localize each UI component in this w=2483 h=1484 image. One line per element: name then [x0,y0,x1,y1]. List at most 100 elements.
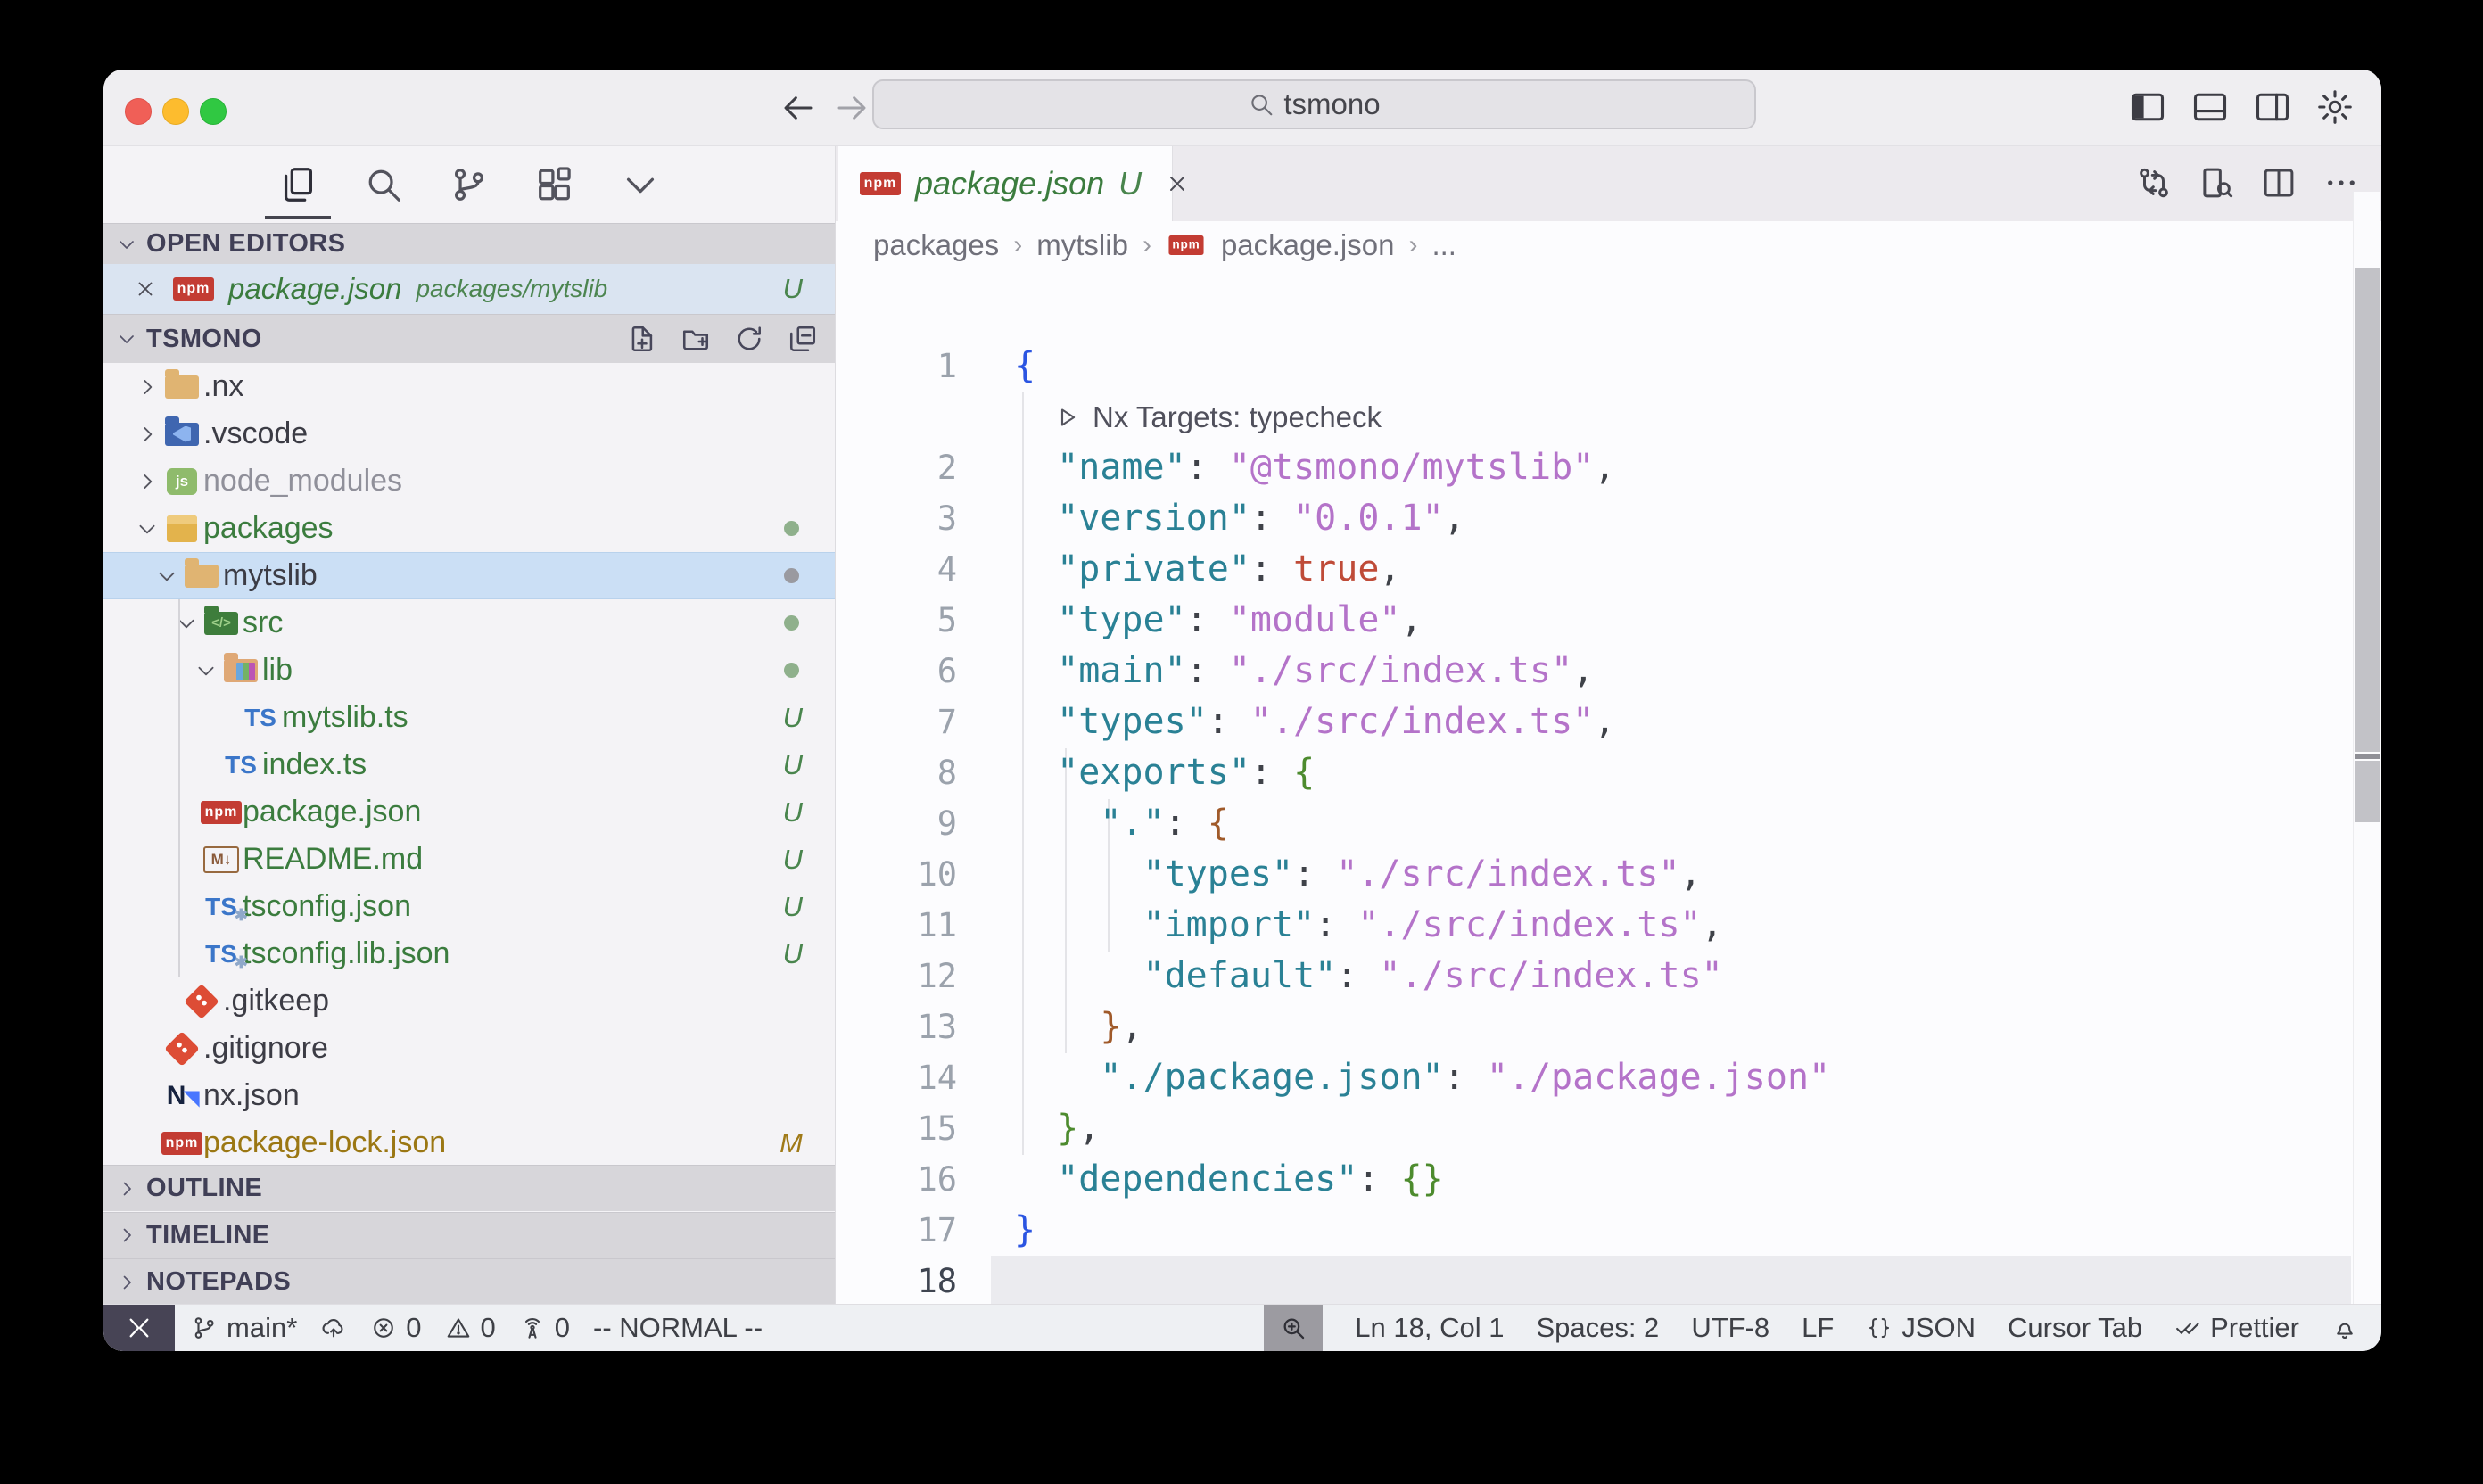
status-item--normal-[interactable]: -- NORMAL -- [593,1312,763,1344]
breadcrumb-item[interactable]: packages [873,228,999,262]
forward-arrow-icon[interactable] [833,89,870,127]
status-item-ln-18-col-1[interactable]: Ln 18, Col 1 [1355,1312,1504,1344]
tree-item-packages[interactable]: packages [103,505,835,552]
tree-item-package-json[interactable]: npmpackage.jsonU [103,788,835,836]
layout-panel-icon[interactable] [2190,87,2230,127]
traffic-close-button[interactable] [125,98,152,125]
open-editors-header[interactable]: OPEN EDITORS [103,223,835,264]
folder-icon [185,565,219,588]
chevron-down-icon [620,164,661,205]
code-text: "exports": { [1014,747,1315,798]
explorer-actions [626,323,819,355]
activity-chevron-down[interactable] [618,159,663,210]
activity-files[interactable] [276,159,320,210]
file-icon-slot: TS [239,704,282,732]
split-editor-icon[interactable] [2260,164,2297,202]
scrollbar-slider[interactable] [2355,268,2380,752]
status-item-cursor-tab[interactable]: Cursor Tab [2008,1312,2142,1344]
tree-item-tsconfig-json[interactable]: TS✱tsconfig.jsonU [103,883,835,930]
traffic-zoom-button[interactable] [200,98,227,125]
tree-item-lib[interactable]: lib [103,647,835,694]
status-item-label: JSON [1901,1312,1976,1344]
file-icon-slot: js [161,468,203,495]
collapse-all-icon[interactable] [787,323,819,355]
status-item-0[interactable]: 0 [370,1312,421,1344]
status-item-spaces-2[interactable]: Spaces: 2 [1536,1312,1659,1344]
tree-item-src[interactable]: </>src [103,599,835,647]
screencast-zoom-button[interactable] [1264,1305,1323,1351]
search-input[interactable]: tsmono [872,79,1756,129]
tree-item-readme-md[interactable]: M↓README.mdU [103,836,835,883]
settings-gear-icon[interactable] [2315,87,2355,127]
vscode-folder-icon [165,423,199,446]
status-bar: main*000-- NORMAL -- Ln 18, Col 1Spaces:… [103,1304,2381,1351]
git-status-badge: U [783,844,803,876]
section-notepads[interactable]: NOTEPADS [103,1258,835,1305]
tree-item-label: tsconfig.lib.json [243,936,450,971]
traffic-minimize-button[interactable] [162,98,189,125]
new-file-icon[interactable] [626,323,658,355]
section-timeline[interactable]: TIMELINE [103,1212,835,1258]
activity-search[interactable] [361,159,406,210]
close-icon[interactable] [1165,171,1190,196]
codelens-link[interactable]: Nx Targets: typecheck [1053,392,1382,442]
compare-changes-icon[interactable] [2135,164,2173,202]
tree-item-index-ts[interactable]: TSindex.tsU [103,741,835,788]
status-item-0[interactable]: 0 [519,1312,570,1344]
tab-package-json[interactable]: npm package.json U [838,146,1173,221]
remote-indicator[interactable] [103,1305,175,1351]
status-item-0[interactable]: 0 [445,1312,496,1344]
git-status-badge: U [783,702,803,734]
code-text: } [1014,1205,1035,1256]
code-text: "types": "./src/index.ts", [1014,697,1615,747]
breadcrumb-item[interactable]: mytslib [1036,228,1128,262]
line-number: 10 [836,849,957,900]
tree-item-nx-json[interactable]: N◥nx.json [103,1072,835,1119]
section-outline[interactable]: OUTLINE [103,1165,835,1211]
tree-item-mytslib-ts[interactable]: TSmytslib.tsU [103,694,835,741]
code-line-14: 14 "./package.json": "./package.json" [836,1052,2381,1103]
tab-dirty-badge: U [1118,165,1142,202]
open-preview-icon[interactable] [2198,164,2235,202]
close-icon[interactable] [134,277,157,301]
status-item-main-[interactable]: main* [191,1312,297,1344]
code-line-7: 7 "types": "./src/index.ts", [836,697,2381,747]
status-item-prettier[interactable]: Prettier [2174,1312,2299,1344]
code-line-4: 4 "private": true, [836,544,2381,595]
tree-item-package-lock-json[interactable]: npmpackage-lock.jsonM [103,1119,835,1167]
new-folder-icon[interactable] [680,323,712,355]
nx-icon: N◥ [167,1081,198,1111]
tree-item-mytslib[interactable]: mytslib [103,552,835,599]
refresh-icon[interactable] [733,323,765,355]
breadcrumb-item[interactable]: ... [1431,228,1456,262]
activity-extensions[interactable] [532,159,577,210]
tree-item--gitignore[interactable]: .gitignore [103,1025,835,1072]
chevron-right-icon [136,470,159,493]
status-item-utf-8[interactable]: UTF-8 [1691,1312,1769,1344]
code-editor[interactable]: 1{Nx Targets: typecheck2 "name": "@tsmon… [836,268,2381,1305]
status-item-bell[interactable] [2331,1315,2358,1341]
tree-item-tsconfig-lib-json[interactable]: TS✱tsconfig.lib.jsonU [103,930,835,977]
tree-item--nx[interactable]: .nx [103,363,835,410]
double-check-icon [2174,1315,2201,1341]
explorer-section-header[interactable]: TSMONO [103,314,835,363]
open-editor-item[interactable]: npm package.json packages/mytslib U [103,264,835,314]
tree-item-label: src [243,606,283,640]
status-item-json[interactable]: JSON [1866,1312,1976,1344]
code-text: ".": { [1014,798,1229,849]
line-number: 11 [836,900,957,951]
tree-item-node-modules[interactable]: jsnode_modules [103,458,835,505]
tree-item--vscode[interactable]: .vscode [103,410,835,458]
layout-sidebar-right-icon[interactable] [2253,87,2292,127]
line-number: 13 [836,1002,957,1052]
status-item-label: main* [227,1312,297,1344]
status-item-cloud-upload[interactable] [320,1315,347,1341]
scrollbar-slider-lower[interactable] [2355,761,2380,822]
activity-source-control[interactable] [447,159,491,210]
status-item-lf[interactable]: LF [1802,1312,1834,1344]
breadcrumb-item[interactable]: package.json [1221,228,1394,262]
back-arrow-icon[interactable] [780,89,817,127]
layout-sidebar-left-icon[interactable] [2128,87,2167,127]
tree-item--gitkeep[interactable]: .gitkeep [103,977,835,1025]
run-target-icon [1053,404,1080,431]
